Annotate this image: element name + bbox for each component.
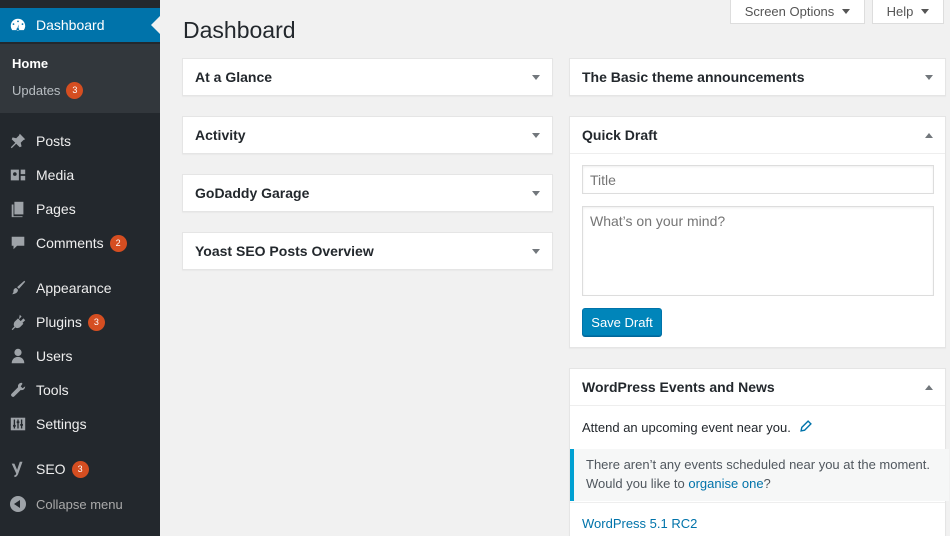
menu-dashboard-label: Dashboard <box>36 17 105 33</box>
media-icon <box>0 158 36 192</box>
menu-media-label: Media <box>36 167 75 183</box>
chevron-down-icon <box>842 9 851 14</box>
chevron-down-icon[interactable] <box>925 74 933 80</box>
page-title: Dashboard <box>183 17 296 43</box>
notice-text: Would you like to <box>586 476 689 491</box>
menu-comments[interactable]: Comments 2 <box>0 226 160 260</box>
menu-plugins-label: Plugins <box>36 314 82 330</box>
chevron-down-icon[interactable] <box>532 74 540 80</box>
widget-yoast-seo-posts-overview: Yoast SEO Posts Overview <box>182 232 553 270</box>
divider <box>570 153 945 154</box>
paintbrush-icon <box>0 271 36 305</box>
dashboard-submenu: Home Updates 3 <box>0 44 160 113</box>
menu-seo[interactable]: SEO 3 <box>0 452 160 486</box>
submenu-updates[interactable]: Updates 3 <box>12 82 84 99</box>
menu-posts-label: Posts <box>36 133 72 149</box>
draft-content-textarea[interactable] <box>582 206 934 296</box>
widget-header[interactable]: GoDaddy Garage <box>183 175 552 211</box>
widget-activity: Activity <box>182 116 553 154</box>
help-label: Help <box>886 4 914 19</box>
menu-pages[interactable]: Pages <box>0 192 160 226</box>
draft-title-input[interactable] <box>582 165 934 194</box>
widget-title: At a Glance <box>195 69 273 85</box>
user-icon <box>0 339 36 373</box>
submenu-updates-label: Updates <box>12 83 61 98</box>
screen-options-button[interactable]: Screen Options <box>730 0 865 24</box>
sliders-icon <box>0 407 36 441</box>
updates-count-badge: 3 <box>66 82 84 99</box>
widget-title: The Basic theme announcements <box>582 69 805 85</box>
notice-line: Would you like to organise one? <box>586 474 937 493</box>
attend-event-text: Attend an upcoming event near you. <box>582 420 791 435</box>
comments-count-badge: 2 <box>109 234 127 252</box>
chevron-down-icon[interactable] <box>532 132 540 138</box>
menu-media[interactable]: Media <box>0 158 160 192</box>
pencil-edit-icon[interactable] <box>799 419 813 436</box>
chevron-up-icon[interactable] <box>925 132 933 138</box>
widget-title: Activity <box>195 127 246 143</box>
pages-icon <box>0 192 36 226</box>
collapse-menu-button[interactable]: Collapse menu <box>0 489 160 519</box>
widget-header[interactable]: Quick Draft <box>570 117 945 153</box>
menu-settings-label: Settings <box>36 416 87 432</box>
attend-event-row: Attend an upcoming event near you. <box>582 419 813 436</box>
widget-godaddy-garage: GoDaddy Garage <box>182 174 553 212</box>
pin-icon <box>0 124 36 158</box>
wrench-icon <box>0 373 36 407</box>
widget-title: Yoast SEO Posts Overview <box>195 243 374 259</box>
widget-header[interactable]: WordPress Events and News <box>570 369 945 405</box>
menu-dashboard[interactable]: Dashboard <box>0 8 160 42</box>
widget-title: Quick Draft <box>582 127 658 143</box>
divider <box>570 405 945 406</box>
events-notice: There aren’t any events scheduled near y… <box>570 449 949 501</box>
chevron-up-icon[interactable] <box>925 384 933 390</box>
menu-appearance-label: Appearance <box>36 280 112 296</box>
help-button[interactable]: Help <box>872 0 944 24</box>
widget-title: GoDaddy Garage <box>195 185 310 201</box>
widget-header[interactable]: Yoast SEO Posts Overview <box>183 233 552 269</box>
collapse-menu-label: Collapse menu <box>36 496 123 512</box>
widget-theme-announcements: The Basic theme announcements <box>569 58 946 96</box>
plugins-count-badge: 3 <box>87 313 105 331</box>
notice-line: There aren’t any events scheduled near y… <box>586 457 930 472</box>
news-link[interactable]: WordPress 5.1 RC2 <box>582 516 697 531</box>
dashboard-gauge-icon <box>0 8 36 42</box>
save-draft-button[interactable]: Save Draft <box>582 308 662 336</box>
widget-quick-draft: Quick Draft Save Draft <box>569 116 946 348</box>
widget-header[interactable]: The Basic theme announcements <box>570 59 945 95</box>
menu-tools-label: Tools <box>36 382 69 398</box>
menu-users-label: Users <box>36 348 73 364</box>
submenu-home-label: Home <box>12 56 49 71</box>
chevron-down-icon[interactable] <box>532 190 540 196</box>
widget-title: WordPress Events and News <box>582 379 775 395</box>
widget-header[interactable]: At a Glance <box>183 59 552 95</box>
menu-comments-label: Comments <box>36 235 104 251</box>
widget-events-and-news: WordPress Events and News Attend an upco… <box>569 368 949 536</box>
menu-tools[interactable]: Tools <box>0 373 160 407</box>
menu-pages-label: Pages <box>36 201 76 217</box>
menu-seo-label: SEO <box>36 461 66 477</box>
admin-sidebar: Dashboard Home Updates 3 Posts Media Pag… <box>0 0 160 536</box>
seo-count-badge: 3 <box>71 460 89 478</box>
plug-icon <box>0 305 36 339</box>
comment-bubble-icon <box>0 226 36 260</box>
chevron-down-icon[interactable] <box>532 248 540 254</box>
chevron-down-icon <box>921 9 930 14</box>
menu-settings[interactable]: Settings <box>0 407 160 441</box>
widget-at-a-glance: At a Glance <box>182 58 553 96</box>
menu-appearance[interactable]: Appearance <box>0 271 160 305</box>
yoast-icon <box>0 452 36 486</box>
menu-posts[interactable]: Posts <box>0 124 160 158</box>
collapse-arrow-icon <box>0 496 36 512</box>
menu-plugins[interactable]: Plugins 3 <box>0 305 160 339</box>
divider <box>570 502 945 503</box>
organise-one-link[interactable]: organise one <box>688 476 763 491</box>
submenu-home[interactable]: Home <box>12 56 48 71</box>
screen-options-label: Screen Options <box>744 4 835 19</box>
menu-users[interactable]: Users <box>0 339 160 373</box>
widget-header[interactable]: Activity <box>183 117 552 153</box>
notice-text: ? <box>763 476 771 491</box>
